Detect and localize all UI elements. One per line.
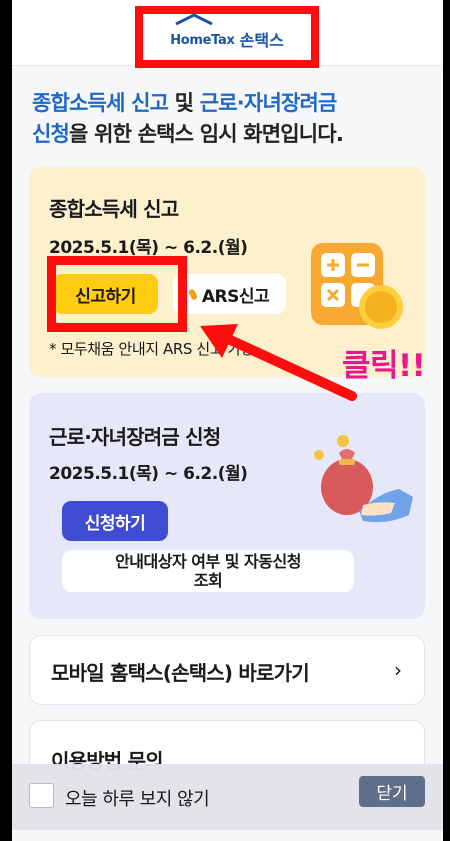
money-bag-icon [314, 435, 413, 523]
bottom-bar: 오늘 하루 보지 않기 닫기 [12, 764, 443, 830]
hometax-popup-screen: HomeTax 손택스 종합소득세 신고 및 근로·자녀장려금신청을 위한 손택… [12, 0, 443, 841]
ars-button-label: ARS신고 [201, 286, 270, 307]
incentive-title: 근로·자녀장려금 신청 [49, 425, 221, 449]
annotation-click-text: 클릭!! [342, 348, 426, 384]
incentive-card: 근로·자녀장려금 신청 2025.5.1(목) ~ 6.2.(월) 신청하기 안… [29, 393, 425, 619]
intro-income-tax: 종합소득세 신고 [32, 91, 169, 115]
intro-apply: 신청 [32, 122, 70, 146]
mobile-hometax-link[interactable]: 모바일 홈택스(손택스) 바로가기 › [29, 635, 425, 705]
income-tax-date: 2025.5.1(목) ~ 6.2.(월) [49, 238, 248, 258]
incentive-date: 2025.5.1(목) ~ 6.2.(월) [49, 464, 248, 484]
phone-icon [187, 287, 198, 301]
lookup-line2: 조회 [193, 571, 223, 590]
annotation-highlight-box [47, 256, 187, 332]
intro-text: 종합소득세 신고 및 근로·자녀장려금신청을 위한 손택스 임시 화면입니다. [32, 88, 432, 150]
logo-text-en: HomeTax [170, 32, 235, 48]
top-bar: HomeTax 손택스 [12, 0, 443, 68]
chevron-right-icon: › [394, 658, 402, 682]
mobile-link-label: 모바일 홈택스(손택스) 바로가기 [51, 661, 310, 685]
intro-rest: 을 위한 손택스 임시 화면입니다. [69, 122, 344, 146]
house-roof-icon [175, 13, 213, 25]
lookup-line1: 안내대상자 여부 및 자동신청 [115, 552, 301, 571]
logo-text-ko: 손택스 [239, 31, 284, 50]
dont-show-today-label[interactable]: 오늘 하루 보지 않기 [65, 785, 210, 811]
intro-incentive: 근로·자녀장려금 [199, 91, 338, 115]
apply-button[interactable]: 신청하기 [62, 501, 168, 541]
income-tax-title: 종합소득세 신고 [49, 197, 179, 221]
ars-filing-button[interactable]: ARS신고 [173, 274, 286, 314]
dont-show-today-checkbox[interactable] [29, 783, 54, 808]
hometax-logo[interactable]: HomeTax 손택스 [170, 13, 284, 51]
auto-apply-lookup-button[interactable]: 안내대상자 여부 및 자동신청 조회 [62, 550, 354, 592]
logo-highlight-box: HomeTax 손택스 [135, 6, 319, 68]
intro-and: 및 [168, 91, 200, 115]
close-button[interactable]: 닫기 [359, 776, 425, 807]
